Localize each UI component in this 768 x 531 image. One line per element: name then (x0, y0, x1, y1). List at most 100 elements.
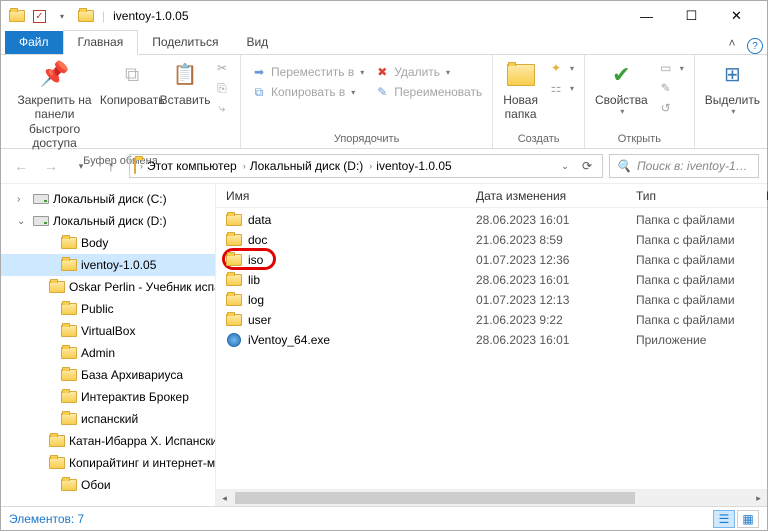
crumb-drive[interactable]: ›Локальный диск (D:) (241, 159, 366, 173)
history-icon: ↺ (658, 100, 674, 116)
cut-button[interactable]: ✂ (210, 59, 234, 77)
group-select: ⊞ Выделить▾ (695, 55, 768, 148)
delete-button[interactable]: ✖Удалить▾ (370, 63, 486, 81)
tab-home[interactable]: Главная (63, 30, 139, 55)
crumb-this-pc[interactable]: ›Этот компьютер (138, 159, 239, 173)
details-view-button[interactable]: ☰ (713, 510, 735, 528)
new-folder-button[interactable]: Новая папка (499, 57, 542, 124)
back-button[interactable]: ← (9, 154, 33, 178)
folder-icon (49, 433, 65, 449)
edit-button[interactable]: ✎ (654, 79, 688, 97)
copy-path-button[interactable]: ⎘ (210, 79, 234, 97)
col-date[interactable]: Дата изменения (476, 189, 636, 203)
address-dropdown-icon[interactable]: ⌄ (554, 155, 576, 177)
tree-folder[interactable]: Public (1, 298, 215, 320)
tree-folder[interactable]: Oskar Perlin - Учебник испанского (1, 276, 215, 298)
address-bar[interactable]: ›Этот компьютер ›Локальный диск (D:) ›iv… (129, 154, 603, 178)
folder-icon (61, 411, 77, 427)
paste-icon: 📋 (169, 59, 201, 91)
folder-icon (61, 345, 77, 361)
search-placeholder: Поиск в: iventoy-1… (637, 159, 748, 173)
tree-folder[interactable]: iventoy-1.0.05 (1, 254, 215, 276)
tree-drive-d[interactable]: ⌄Локальный диск (D:) (1, 210, 215, 232)
drive-icon (33, 191, 49, 207)
checkbox-icon[interactable]: ✓ (33, 10, 46, 23)
icons-view-button[interactable]: ▦ (737, 510, 759, 528)
move-to-button[interactable]: ➡Переместить в▾ (247, 63, 368, 81)
select-button[interactable]: ⊞ Выделить▾ (701, 57, 764, 119)
tab-file[interactable]: Файл (5, 31, 63, 54)
scroll-right-icon[interactable]: ▸ (750, 490, 767, 507)
group-clipboard: 📌 Закрепить на панели быстрого доступа ⧉… (1, 55, 241, 148)
column-headers[interactable]: Имя Дата изменения Тип Разм (216, 184, 767, 208)
ribbon-collapse-icon[interactable]: ˄ (721, 32, 743, 54)
rename-button[interactable]: ✎Переименовать (370, 83, 486, 101)
file-row[interactable]: iso01.07.2023 12:36Папка с файлами (216, 250, 767, 270)
open-icon: ▭ (658, 60, 674, 76)
file-row[interactable]: data28.06.2023 16:01Папка с файлами (216, 210, 767, 230)
minimize-button[interactable]: — (624, 1, 669, 31)
qat-dropdown-icon[interactable]: ▾ (54, 8, 70, 24)
folder-icon (226, 292, 242, 308)
folder-icon (61, 301, 77, 317)
tree-folder[interactable]: Катан-Ибарра Х. Испанский (1, 430, 215, 452)
select-icon: ⊞ (716, 59, 748, 91)
folder-icon (61, 389, 77, 405)
search-input[interactable]: 🔍 Поиск в: iventoy-1… (609, 154, 759, 178)
move-icon: ➡ (251, 64, 267, 80)
group-new: Новая папка ✦▾ ⚏▾ Создать (493, 55, 585, 148)
scroll-left-icon[interactable]: ◂ (216, 490, 233, 507)
help-icon[interactable]: ? (747, 38, 763, 54)
horizontal-scrollbar[interactable]: ◂ ▸ (216, 489, 767, 506)
col-type[interactable]: Тип (636, 189, 766, 203)
tree-folder[interactable]: Копирайтинг и интернет-м (1, 452, 215, 474)
ribbon-tabs: Файл Главная Поделиться Вид ˄ ? (1, 31, 767, 55)
rename-icon: ✎ (374, 84, 390, 100)
file-row[interactable]: doc21.06.2023 8:59Папка с файлами (216, 230, 767, 250)
file-row[interactable]: user21.06.2023 9:22Папка с файлами (216, 310, 767, 330)
refresh-icon[interactable]: ⟳ (576, 155, 598, 177)
tree-folder[interactable]: VirtualBox (1, 320, 215, 342)
crumb-folder[interactable]: ›iventoy-1.0.05 (367, 159, 453, 173)
navigation-tree[interactable]: ›Локальный диск (C:) ⌄Локальный диск (D:… (1, 184, 216, 506)
maximize-button[interactable]: ☐ (669, 1, 714, 31)
forward-button[interactable]: → (39, 154, 63, 178)
easy-access-button[interactable]: ⚏▾ (544, 79, 578, 97)
history-button[interactable]: ↺ (654, 99, 688, 117)
application-icon (226, 332, 242, 348)
pin-button[interactable]: 📌 Закрепить на панели быстрого доступа (7, 57, 102, 153)
close-button[interactable]: ✕ (714, 1, 759, 31)
tree-drive-c[interactable]: ›Локальный диск (C:) (1, 188, 215, 210)
copy-button[interactable]: ⧉ Копировать (104, 57, 160, 109)
up-button[interactable]: ↑ (99, 154, 123, 178)
scissors-icon: ✂ (214, 60, 230, 76)
tree-folder[interactable]: испанский (1, 408, 215, 430)
paste-button[interactable]: 📋 Вставить (162, 57, 208, 109)
col-name[interactable]: Имя (226, 189, 476, 203)
quick-access-toolbar: ✓ ▾ | (9, 8, 105, 24)
copy-to-button[interactable]: ⧉Копировать в▾ (247, 83, 368, 101)
file-row[interactable]: lib28.06.2023 16:01Папка с файлами (216, 270, 767, 290)
tree-folder[interactable]: Обои (1, 474, 215, 496)
properties-button[interactable]: ✔ Свойства▾ (591, 57, 652, 119)
group-label-organize: Упорядочить (247, 131, 486, 148)
folder-icon (49, 455, 65, 471)
file-row[interactable]: iVentoy_64.exe28.06.2023 16:01Приложение (216, 330, 767, 350)
scrollbar-thumb[interactable] (235, 492, 635, 504)
file-row[interactable]: log01.07.2023 12:13Папка с файлами (216, 290, 767, 310)
tab-share[interactable]: Поделиться (138, 31, 232, 54)
tree-folder[interactable]: Интерактив Брокер (1, 386, 215, 408)
tree-folder[interactable]: Admin (1, 342, 215, 364)
paste-shortcut-button[interactable]: ⤷ (210, 99, 234, 117)
folder-icon (226, 232, 242, 248)
open-button[interactable]: ▭▾ (654, 59, 688, 77)
tree-folder[interactable]: Body (1, 232, 215, 254)
main-area: ›Локальный диск (C:) ⌄Локальный диск (D:… (1, 183, 767, 506)
folder-icon (134, 159, 136, 173)
folder-icon (9, 8, 25, 24)
tab-view[interactable]: Вид (232, 31, 282, 54)
recent-dropdown[interactable]: ▾ (69, 154, 93, 178)
tree-folder[interactable]: База Архивариуса (1, 364, 215, 386)
new-item-button[interactable]: ✦▾ (544, 59, 578, 77)
file-list[interactable]: data28.06.2023 16:01Папка с файламиdoc21… (216, 208, 767, 489)
